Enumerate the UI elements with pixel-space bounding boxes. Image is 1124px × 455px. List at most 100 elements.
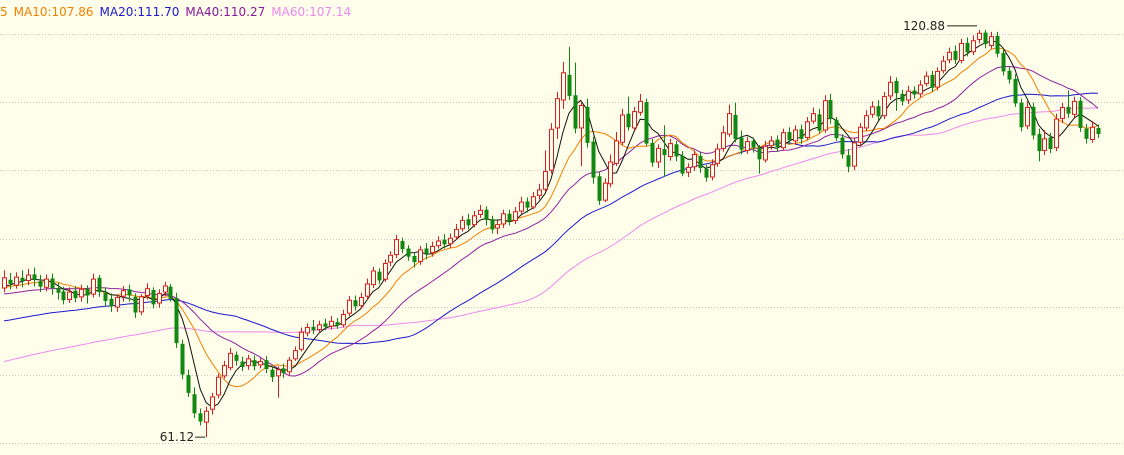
candle-body bbox=[365, 283, 370, 297]
candle-body bbox=[840, 137, 845, 155]
candle bbox=[597, 171, 602, 205]
candle-body bbox=[79, 288, 84, 298]
candle-body bbox=[817, 114, 822, 131]
candle-body bbox=[394, 239, 399, 256]
candle-body bbox=[281, 368, 286, 374]
candle-body bbox=[953, 50, 958, 60]
candle bbox=[650, 138, 655, 167]
candle-body bbox=[210, 396, 215, 410]
candle-body bbox=[424, 248, 429, 254]
candle-body bbox=[668, 143, 673, 158]
candle-body bbox=[585, 106, 590, 143]
candle-body bbox=[650, 142, 655, 163]
candle-body bbox=[918, 84, 923, 95]
candle-body bbox=[983, 32, 988, 45]
candle-body bbox=[121, 290, 126, 297]
candle-body bbox=[388, 254, 393, 263]
candle-body bbox=[864, 115, 869, 129]
candle-body bbox=[32, 274, 37, 280]
candle-body bbox=[1072, 100, 1077, 115]
legend-ma40: MA40:110.27 bbox=[185, 5, 266, 19]
candle-body bbox=[614, 140, 619, 164]
candle bbox=[852, 138, 857, 171]
candle-body bbox=[805, 121, 810, 138]
candle-body bbox=[270, 369, 275, 378]
candle-body bbox=[519, 201, 524, 212]
candle bbox=[1031, 102, 1036, 140]
candle-body bbox=[252, 360, 257, 367]
candle-body bbox=[1031, 106, 1036, 136]
candle-body bbox=[674, 144, 679, 157]
candle-body bbox=[484, 209, 489, 220]
candle-body bbox=[644, 102, 649, 144]
candle-body bbox=[406, 248, 411, 257]
candle-body bbox=[906, 90, 911, 101]
candle-body bbox=[876, 106, 881, 117]
candle-body bbox=[947, 51, 952, 61]
candle-body bbox=[341, 314, 346, 326]
candle-body bbox=[543, 171, 548, 190]
candle-body bbox=[662, 149, 667, 156]
candle-body bbox=[1048, 137, 1053, 150]
candle-body bbox=[823, 100, 828, 131]
candle bbox=[834, 117, 839, 141]
candle-body bbox=[757, 148, 762, 160]
candle-body bbox=[935, 70, 940, 88]
candle-body bbox=[751, 140, 756, 148]
candle-body bbox=[192, 394, 197, 414]
candle bbox=[1013, 74, 1018, 107]
candle-body bbox=[608, 161, 613, 185]
candle-body bbox=[293, 350, 298, 360]
candle-body bbox=[145, 288, 150, 296]
candle-body bbox=[20, 277, 25, 282]
candle-body bbox=[549, 128, 554, 171]
candle-body bbox=[133, 296, 138, 313]
candle-body bbox=[234, 354, 239, 361]
candle-body bbox=[1037, 134, 1042, 152]
candle bbox=[216, 373, 221, 399]
candle-body bbox=[1096, 127, 1101, 135]
candle-body bbox=[787, 132, 792, 141]
candle-body bbox=[912, 90, 917, 95]
candle-body bbox=[8, 279, 13, 284]
candle-body bbox=[299, 331, 304, 350]
candle bbox=[1054, 113, 1059, 152]
candle-body bbox=[353, 300, 358, 307]
candle-body bbox=[733, 114, 738, 139]
candle-body bbox=[852, 142, 857, 167]
candle-body bbox=[329, 320, 334, 327]
candle-body bbox=[276, 369, 281, 377]
candle-body bbox=[442, 239, 447, 245]
candle-body bbox=[412, 255, 417, 263]
candle-body bbox=[287, 359, 292, 373]
candle-body bbox=[174, 298, 179, 344]
candle-body bbox=[567, 74, 572, 96]
candle-body bbox=[67, 291, 72, 301]
candle-body bbox=[454, 228, 459, 238]
high-price-label: 120.88 bbox=[903, 19, 945, 33]
candle-body bbox=[680, 155, 685, 174]
candle-body bbox=[14, 276, 19, 286]
candle-body bbox=[828, 100, 833, 120]
candle-body bbox=[900, 93, 905, 102]
candle-body bbox=[264, 360, 269, 370]
legend-ma20: MA20:111.70 bbox=[99, 5, 180, 19]
candle-body bbox=[1025, 107, 1030, 127]
candle-body bbox=[799, 129, 804, 139]
candle-body bbox=[1054, 118, 1059, 149]
candle-body bbox=[103, 292, 108, 301]
candle-body bbox=[591, 141, 596, 178]
candle-body bbox=[436, 240, 441, 247]
candle-body bbox=[222, 365, 227, 377]
candle-body bbox=[1042, 138, 1047, 151]
candle-body bbox=[1066, 106, 1071, 114]
candle-body bbox=[56, 287, 61, 293]
candle-body bbox=[258, 361, 263, 366]
candle-body bbox=[347, 299, 352, 314]
candle-body bbox=[573, 95, 578, 129]
candle-body bbox=[620, 114, 625, 143]
candle-body bbox=[531, 196, 536, 208]
candle-body bbox=[50, 278, 55, 288]
candle-body bbox=[501, 213, 506, 225]
candle-body bbox=[603, 182, 608, 201]
